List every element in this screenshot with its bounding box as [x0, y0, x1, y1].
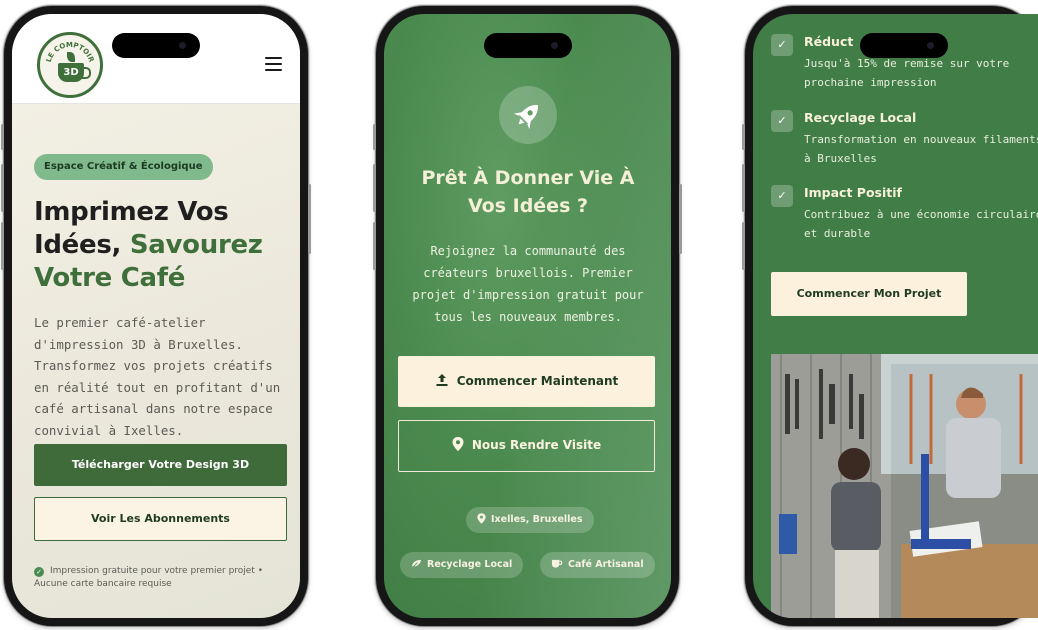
- recycle-icon: [411, 559, 422, 568]
- phone-frame-features: ✓ Réduct Jusqu'à 15% de remise sur votre…: [742, 6, 1038, 626]
- feature-title: Réduct: [804, 34, 854, 49]
- pill-location-label: Ixelles, Bruxelles: [491, 514, 583, 525]
- phone-frame-home: LE COMPTOIR 3D Espace Créatif & Écologiq…: [1, 6, 311, 626]
- check-circle-icon: ✓: [34, 567, 44, 577]
- subscriptions-button[interactable]: Voir Les Abonnements: [34, 497, 287, 541]
- checkmark-icon: ✓: [771, 185, 793, 207]
- pill-location: Ixelles, Bruxelles: [466, 507, 594, 533]
- free-print-note-text: Impression gratuite pour votre premier p…: [34, 566, 264, 589]
- feature-description: Jusqu'à 15% de remise sur votre prochain…: [804, 57, 1010, 89]
- category-badge: Espace Créatif & Écologique: [34, 154, 213, 180]
- hero-title-line1: Imprimez Vos: [34, 197, 229, 227]
- visit-us-button[interactable]: Nous Rendre Visite: [398, 420, 655, 472]
- start-now-label: Commencer Maintenant: [456, 374, 619, 388]
- coffee-cup-icon: [551, 559, 563, 568]
- map-pin-icon: [477, 513, 486, 524]
- start-project-button[interactable]: Commencer Mon Projet: [771, 272, 967, 316]
- leaf-icon: [67, 52, 75, 62]
- map-pin-icon: [452, 437, 464, 451]
- logo-cup-text: 3D: [63, 67, 79, 78]
- start-now-button[interactable]: Commencer Maintenant: [398, 356, 655, 407]
- pill-coffee: Café Artisanal: [540, 552, 655, 578]
- home-screen: LE COMPTOIR 3D Espace Créatif & Écologiq…: [12, 14, 300, 618]
- checkmark-icon: ✓: [771, 110, 793, 132]
- feature-title: Recyclage Local: [804, 110, 917, 125]
- hero-title-accent1: Savourez: [129, 230, 263, 260]
- visit-us-label: Nous Rendre Visite: [471, 438, 602, 452]
- upload-design-button[interactable]: Télécharger Votre Design 3D: [34, 444, 287, 486]
- dynamic-island: [860, 33, 948, 58]
- workshop-photo: [771, 354, 1038, 618]
- hamburger-icon[interactable]: [265, 57, 282, 71]
- pill-recycling-label: Recyclage Local: [427, 559, 513, 570]
- feature-title: Impact Positif: [804, 185, 902, 200]
- brand-logo[interactable]: LE COMPTOIR 3D: [37, 32, 103, 98]
- hero-description: Le premier café-atelier d'impression 3D …: [34, 315, 281, 438]
- dynamic-island: [483, 33, 572, 58]
- upload-icon: [436, 374, 448, 386]
- cta-title: Prêt À Donner Vie À Vos Idées ?: [421, 167, 635, 217]
- features-screen: ✓ Réduct Jusqu'à 15% de remise sur votre…: [753, 14, 1038, 618]
- rocket-icon: [498, 86, 557, 144]
- pill-coffee-label: Café Artisanal: [568, 559, 644, 570]
- checkmark-icon: ✓: [771, 34, 793, 56]
- free-print-note: ✓ Impression gratuite pour votre premier …: [34, 565, 296, 591]
- site-header: LE COMPTOIR 3D: [12, 14, 300, 104]
- dynamic-island: [112, 33, 200, 58]
- cta-description: Rejoignez la communauté des créateurs br…: [412, 244, 644, 324]
- feature-description: Contribuez à une économie circulaire et …: [804, 208, 1038, 240]
- cta-screen: Prêt À Donner Vie À Vos Idées ? Rejoigne…: [384, 14, 671, 618]
- coffee-cup-icon: 3D: [58, 63, 91, 82]
- hero-title-line2: Idées,: [34, 230, 130, 260]
- phone-frame-cta: Prêt À Donner Vie À Vos Idées ? Rejoigne…: [373, 6, 682, 626]
- pill-recycling: Recyclage Local: [400, 552, 524, 578]
- hero-title-accent2: Votre Café: [34, 263, 186, 293]
- hero-title: Imprimez Vos Idées, Savourez Votre Café: [34, 196, 284, 295]
- feature-description: Transformation en nouveaux filaments à B…: [804, 133, 1038, 165]
